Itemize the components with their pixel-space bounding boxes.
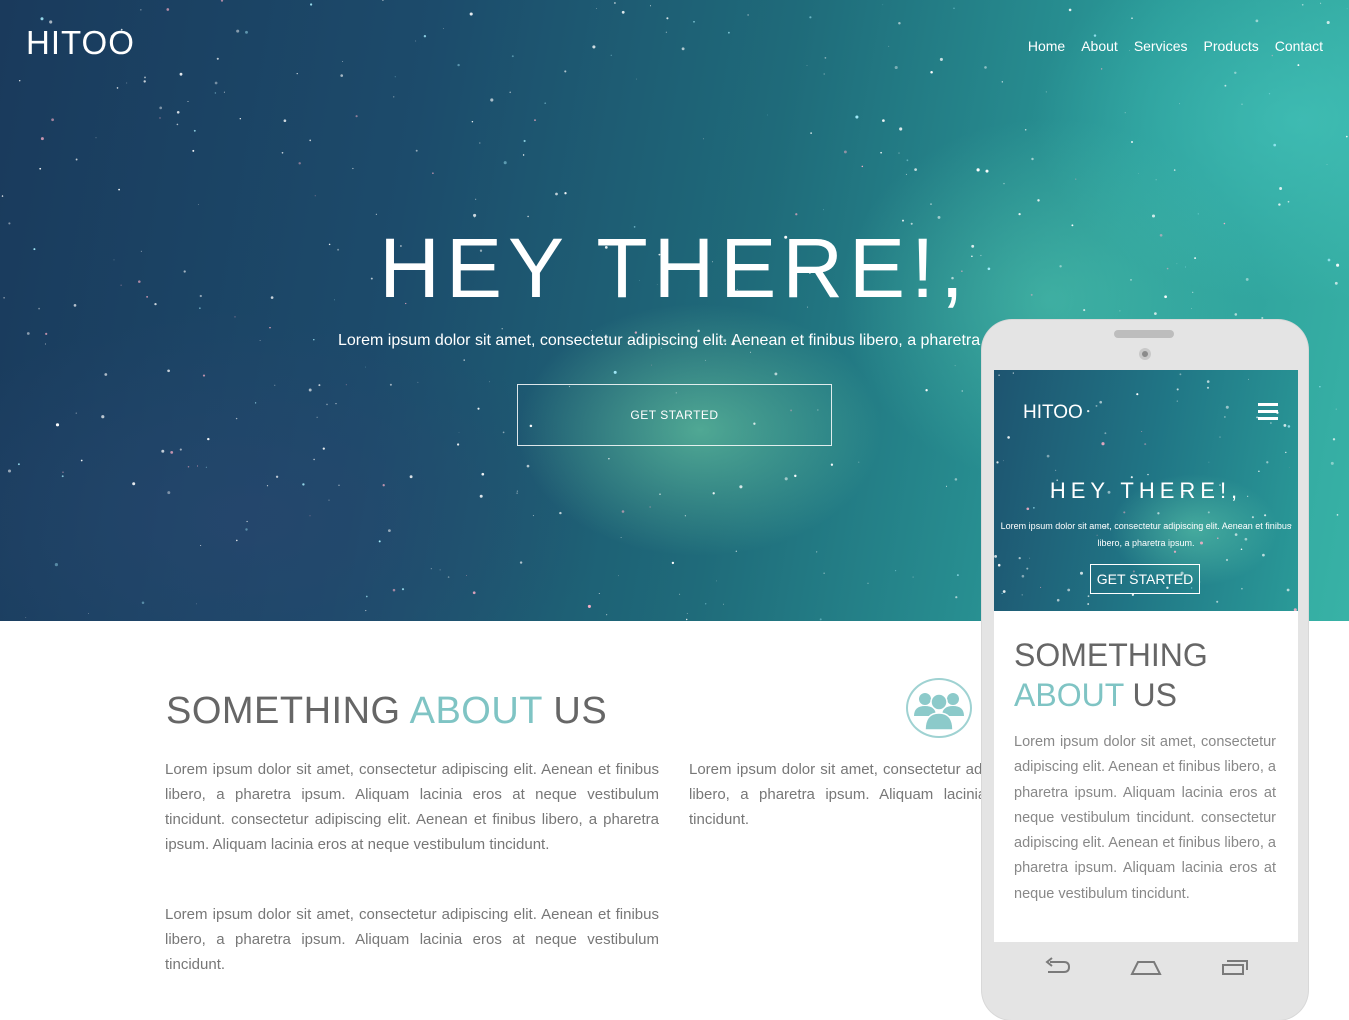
get-started-button[interactable]: GET STARTED [517, 384, 832, 446]
phone-speaker [1114, 330, 1174, 338]
mobile-about-accent: ABOUT [1014, 677, 1124, 713]
phone-camera [1139, 348, 1151, 360]
about-heading-part1: SOMETHING [166, 690, 401, 732]
mobile-about-text: Lorem ipsum dolor sit amet, consectetur … [1014, 734, 1276, 902]
phone-screen: HITOO HEY THERE!, Lorem ipsum dolor sit … [994, 370, 1298, 942]
users-icon [906, 678, 972, 738]
mobile-about-part2: US [1132, 677, 1177, 713]
mobile-hero-subtitle: Lorem ipsum dolor sit amet, consectetur … [1000, 521, 1292, 548]
about-paragraph-1: Lorem ipsum dolor sit amet, consectetur … [165, 761, 659, 853]
phone-nav-bar [982, 942, 1308, 998]
about-heading: SOMETHING ABOUT US [166, 690, 607, 733]
mobile-about-part1: SOMETHING [1014, 637, 1208, 673]
home-icon[interactable] [1130, 956, 1162, 978]
mobile-hero: HITOO HEY THERE!, Lorem ipsum dolor sit … [994, 370, 1298, 611]
mobile-logo[interactable]: HITOO [1023, 402, 1083, 424]
nav-contact[interactable]: Contact [1275, 38, 1323, 54]
mobile-get-started-button[interactable]: GET STARTED [1090, 564, 1200, 594]
phone-mockup: HITOO HEY THERE!, Lorem ipsum dolor sit … [982, 320, 1308, 1020]
hero-title: HEY THERE!, [379, 221, 970, 315]
nav-about[interactable]: About [1081, 38, 1118, 54]
hamburger-menu-icon[interactable] [1258, 403, 1278, 420]
about-paragraph-2: Lorem ipsum dolor sit amet, consectetur … [165, 906, 659, 973]
main-nav: Home About Services Products Contact [1028, 38, 1323, 54]
about-heading-accent: ABOUT [409, 690, 543, 732]
about-heading-part2: US [553, 690, 608, 732]
mobile-hero-title: HEY THERE!, [1049, 478, 1243, 503]
nav-services[interactable]: Services [1134, 38, 1188, 54]
hero-subtitle: Lorem ipsum dolor sit amet, consectetur … [338, 332, 984, 349]
site-logo[interactable]: HITOO [26, 24, 135, 62]
nav-products[interactable]: Products [1204, 38, 1259, 54]
recent-apps-icon[interactable] [1220, 956, 1250, 978]
nav-home[interactable]: Home [1028, 38, 1065, 54]
back-icon[interactable] [1042, 956, 1072, 978]
mobile-about-heading: SOMETHING ABOUT US [1014, 635, 1284, 715]
